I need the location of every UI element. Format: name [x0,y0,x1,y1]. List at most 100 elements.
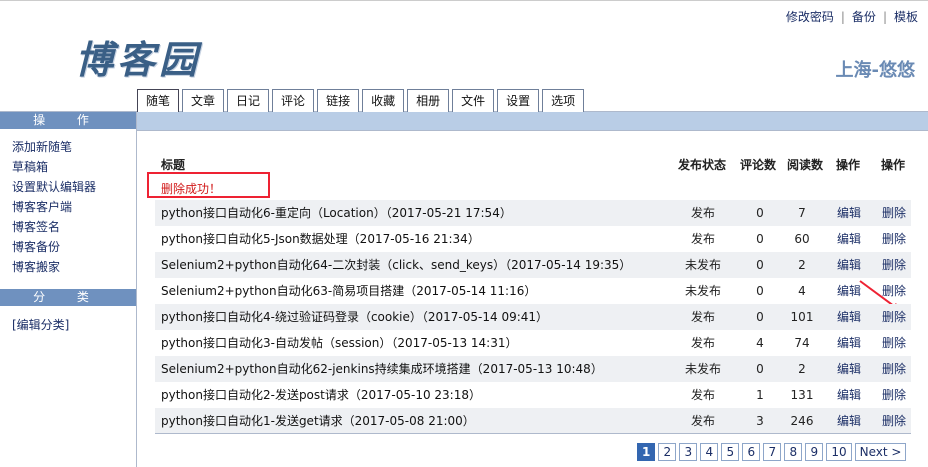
post-status: 未发布 [684,284,721,298]
post-table: 标题 发布状态 评论数 阅读数 操作 操作 python接口自动化6-重定向（L… [155,156,911,434]
edit-category-link[interactable]: [编辑分类] [12,318,69,332]
delete-link[interactable]: 删除 [882,304,906,330]
template-link[interactable]: 模板 [894,10,918,24]
sidebar-ops-heading: 操 作 [0,112,136,129]
tab-options[interactable]: 选项 [542,89,585,113]
change-password-link[interactable]: 修改密码 [786,10,834,24]
delete-link[interactable]: 删除 [882,200,906,226]
post-title: Selenium2+python自动化64-二次封装（click、send_ke… [161,258,632,272]
blog-client-link[interactable]: 博客客户端 [12,200,72,214]
sidebar-ops-list: 添加新随笔 草稿箱 设置默认编辑器 博客客户端 博客签名 博客备份 博客搬家 [0,129,136,277]
post-title: python接口自动化4-绕过验证码登录（cookie）（2017-05-14 … [161,310,549,324]
tab-settings[interactable]: 设置 [497,89,540,113]
edit-link[interactable]: 编辑 [837,304,861,330]
table-header: 标题 发布状态 评论数 阅读数 操作 操作 [155,156,911,172]
page-8-button[interactable]: 8 [784,443,803,461]
tab-comments[interactable]: 评论 [272,89,315,113]
table-row: python接口自动化4-绕过验证码登录（cookie）（2017-05-14 … [155,304,911,330]
page-2-button[interactable]: 2 [658,443,677,461]
post-comments: 1 [756,388,764,402]
post-title: python接口自动化3-自动发帖（session）（2017-05-13 14… [161,336,518,350]
delete-link[interactable]: 删除 [882,330,906,356]
main-header-bar [137,112,928,131]
post-status: 发布 [690,206,715,220]
delete-link[interactable]: 删除 [882,356,906,382]
edit-link[interactable]: 编辑 [837,330,861,356]
page-3-button[interactable]: 3 [679,443,698,461]
edit-link[interactable]: 编辑 [837,278,861,304]
tab-files[interactable]: 文件 [452,89,495,113]
delete-link[interactable]: 删除 [882,252,906,278]
default-editor-link[interactable]: 设置默认编辑器 [12,180,96,194]
page-1-button[interactable]: 1 [637,443,656,461]
post-title: python接口自动化2-发送post请求（2017-05-10 23:18） [161,388,481,402]
table-row: python接口自动化6-重定向（Location）（2017-05-21 17… [155,200,911,226]
sidebar-item: 设置默认编辑器 [12,177,136,197]
post-comments: 4 [756,336,764,350]
backup-link[interactable]: 备份 [852,10,876,24]
main-tabs: 随笔 文章 日记 评论 链接 收藏 相册 文件 设置 选项 [137,89,587,113]
header-comments: 评论数 [740,158,777,172]
page-5-button[interactable]: 5 [721,443,740,461]
tab-articles[interactable]: 文章 [182,89,225,113]
delete-link[interactable]: 删除 [882,408,906,434]
edit-link[interactable]: 编辑 [837,226,861,252]
delete-link[interactable]: 删除 [882,278,906,304]
header-reads: 阅读数 [787,158,824,172]
tab-links[interactable]: 链接 [317,89,360,113]
post-title: python接口自动化5-Json数据处理（2017-05-16 21:34） [161,232,480,246]
edit-link[interactable]: 编辑 [837,382,861,408]
page-4-button[interactable]: 4 [700,443,719,461]
post-reads: 131 [790,388,814,402]
blog-signature-link[interactable]: 博客签名 [12,220,60,234]
tab-favorites[interactable]: 收藏 [362,89,405,113]
post-reads: 4 [798,284,806,298]
tab-diary[interactable]: 日记 [227,89,270,113]
drafts-link[interactable]: 草稿箱 [12,160,48,174]
add-post-link[interactable]: 添加新随笔 [12,140,72,154]
delete-link[interactable]: 删除 [882,226,906,252]
blog-logo[interactable]: 博客园 [75,29,201,84]
sidebar-item: 添加新随笔 [12,137,136,157]
blog-backup-link[interactable]: 博客备份 [12,240,60,254]
delete-link[interactable]: 删除 [882,382,906,408]
post-status: 发布 [690,310,715,324]
post-status: 发布 [690,232,715,246]
table-row: python接口自动化2-发送post请求（2017-05-10 23:18） … [155,382,911,408]
post-title: python接口自动化6-重定向（Location）（2017-05-21 17… [161,206,512,220]
table-row: python接口自动化1-发送get请求（2017-05-08 21:00） 发… [155,408,911,434]
post-title: Selenium2+python自动化62-jenkins持续集成环境搭建（20… [161,362,603,376]
page-10-button[interactable]: 10 [826,443,852,461]
pagination: 1 2 3 4 5 6 7 8 9 10 Next > [637,443,909,461]
tab-albums[interactable]: 相册 [407,89,450,113]
post-reads: 7 [798,206,806,220]
edit-link[interactable]: 编辑 [837,356,861,382]
table-row: python接口自动化3-自动发帖（session）（2017-05-13 14… [155,330,911,356]
page-6-button[interactable]: 6 [742,443,761,461]
edit-link[interactable]: 编辑 [837,252,861,278]
sidebar-category: [编辑分类] [0,306,136,333]
table-row: Selenium2+python自动化64-二次封装（click、send_ke… [155,252,911,278]
next-page-button[interactable]: Next > [854,443,907,461]
post-status: 发布 [690,414,715,428]
table-row: Selenium2+python自动化62-jenkins持续集成环境搭建（20… [155,356,911,382]
post-title: Selenium2+python自动化63-简易项目搭建（2017-05-14 … [161,284,537,298]
header-title: 标题 [161,158,186,172]
header-op-delete: 操作 [881,158,906,172]
edit-link[interactable]: 编辑 [837,408,861,434]
edit-link[interactable]: 编辑 [837,200,861,226]
page-7-button[interactable]: 7 [763,443,782,461]
sidebar-item: 博客搬家 [12,257,136,277]
sidebar-item: 博客客户端 [12,197,136,217]
post-comments: 0 [756,284,764,298]
blog-migrate-link[interactable]: 博客搬家 [12,260,60,274]
sidebar: 操 作 添加新随笔 草稿箱 设置默认编辑器 博客客户端 博客签名 博客备份 博客… [0,112,137,467]
page-9-button[interactable]: 9 [805,443,824,461]
tab-posts[interactable]: 随笔 [137,89,180,113]
sidebar-item: 草稿箱 [12,157,136,177]
post-reads: 246 [790,414,814,428]
username: 上海-悠悠 [835,60,915,81]
main-content: 删除成功！ 标题 发布状态 评论数 阅读数 操作 操作 python接口自动化6… [137,112,928,467]
post-status: 未发布 [684,362,721,376]
post-comments: 3 [756,414,764,428]
